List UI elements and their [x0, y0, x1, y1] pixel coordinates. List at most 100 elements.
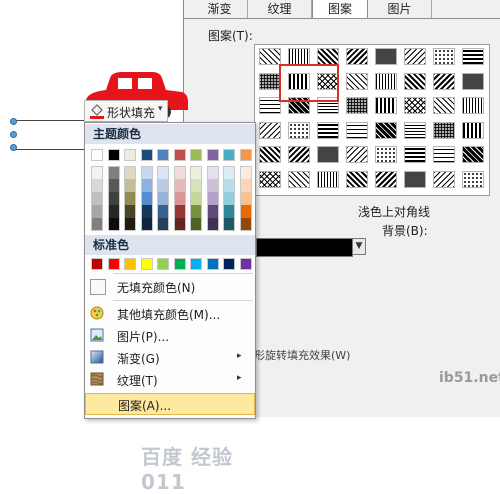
pattern-swatch[interactable]	[259, 97, 281, 114]
tab-picture[interactable]: 图片	[368, 0, 432, 18]
pattern-swatch[interactable]	[346, 121, 368, 139]
pattern-swatch[interactable]	[346, 170, 368, 188]
theme-color-swatch[interactable]	[223, 149, 235, 161]
shade-color-swatch[interactable]	[239, 218, 252, 231]
shade-color-swatch[interactable]	[223, 205, 235, 218]
pattern-swatch[interactable]	[346, 146, 368, 163]
shade-color-swatch[interactable]	[223, 166, 235, 179]
shade-color-swatch[interactable]	[91, 166, 103, 179]
standard-color-swatch[interactable]	[91, 258, 103, 270]
shade-color-swatch[interactable]	[173, 192, 186, 205]
pattern-swatch[interactable]	[462, 170, 484, 188]
rotate-with-shape-checkbox-label[interactable]: 形旋转填充效果(W)	[254, 347, 350, 363]
pattern-swatch[interactable]	[346, 72, 368, 90]
pattern-swatch[interactable]	[375, 72, 397, 90]
pattern-swatch[interactable]	[404, 170, 426, 188]
shade-color-swatch[interactable]	[157, 166, 169, 179]
shade-color-swatch[interactable]	[173, 166, 186, 179]
theme-color-swatch[interactable]	[173, 149, 186, 161]
shade-color-swatch[interactable]	[190, 166, 202, 179]
shade-color-swatch[interactable]	[124, 218, 136, 231]
standard-color-swatch[interactable]	[124, 258, 136, 270]
standard-color-swatch[interactable]	[239, 258, 252, 270]
shade-color-swatch[interactable]	[239, 179, 252, 192]
pattern-swatch[interactable]	[288, 121, 310, 139]
shade-color-swatch[interactable]	[157, 218, 169, 231]
shade-color-swatch[interactable]	[91, 192, 103, 205]
pattern-swatch[interactable]	[346, 97, 368, 114]
shade-color-swatch[interactable]	[157, 192, 169, 205]
shade-color-swatch[interactable]	[157, 179, 169, 192]
shade-color-swatch[interactable]	[206, 205, 219, 218]
resize-handle[interactable]	[10, 118, 17, 125]
selected-shape-outline[interactable]	[12, 120, 93, 150]
pattern-swatch[interactable]	[462, 72, 484, 90]
theme-color-swatch[interactable]	[157, 149, 169, 161]
pattern-swatch[interactable]	[375, 146, 397, 163]
resize-handle[interactable]	[10, 144, 17, 151]
shade-color-swatch[interactable]	[124, 192, 136, 205]
shade-color-swatch[interactable]	[173, 205, 186, 218]
shade-color-swatch[interactable]	[140, 218, 153, 231]
shade-color-swatch[interactable]	[107, 179, 120, 192]
foreground-color-picker[interactable]	[256, 238, 353, 257]
standard-color-swatch[interactable]	[140, 258, 153, 270]
theme-color-swatch[interactable]	[91, 149, 103, 161]
pattern-swatch[interactable]	[288, 146, 310, 163]
shade-color-swatch[interactable]	[173, 218, 186, 231]
pattern-swatch[interactable]	[317, 170, 339, 188]
pattern-swatch[interactable]	[375, 170, 397, 188]
shade-color-swatch[interactable]	[173, 179, 186, 192]
gradient-menu-item[interactable]: 渐变(G) ▸	[85, 347, 255, 369]
theme-color-swatch[interactable]	[239, 149, 252, 161]
pattern-swatch[interactable]	[259, 170, 281, 188]
shade-color-swatch[interactable]	[190, 179, 202, 192]
more-fill-colors-menu-item[interactable]: 其他填充颜色(M)...	[85, 303, 255, 325]
shade-color-swatch[interactable]	[239, 205, 252, 218]
pattern-swatch[interactable]	[317, 146, 339, 163]
pattern-swatch[interactable]	[433, 72, 455, 90]
pattern-menu-item[interactable]: 图案(A)...	[85, 393, 255, 415]
shade-color-swatch[interactable]	[124, 179, 136, 192]
pattern-swatch[interactable]	[462, 97, 484, 114]
pattern-swatch[interactable]	[375, 97, 397, 114]
shade-color-swatch[interactable]	[157, 205, 169, 218]
shade-color-swatch[interactable]	[239, 166, 252, 179]
standard-color-swatch[interactable]	[190, 258, 202, 270]
pattern-swatch[interactable]	[404, 72, 426, 90]
pattern-swatch[interactable]	[404, 48, 426, 65]
resize-handle[interactable]	[10, 131, 17, 138]
shade-color-swatch[interactable]	[223, 179, 235, 192]
shade-color-swatch[interactable]	[140, 166, 153, 179]
shade-color-swatch[interactable]	[206, 179, 219, 192]
shade-color-swatch[interactable]	[239, 192, 252, 205]
shade-color-swatch[interactable]	[107, 166, 120, 179]
shade-color-swatch[interactable]	[190, 192, 202, 205]
standard-color-swatch[interactable]	[107, 258, 120, 270]
tab-gradient[interactable]: 渐变	[192, 0, 248, 18]
shade-color-swatch[interactable]	[223, 192, 235, 205]
pattern-swatch[interactable]	[404, 146, 426, 163]
picture-menu-item[interactable]: 图片(P)...	[85, 325, 255, 347]
shade-color-swatch[interactable]	[91, 218, 103, 231]
pattern-swatch[interactable]	[259, 48, 281, 65]
texture-menu-item[interactable]: 纹理(T) ▸	[85, 369, 255, 391]
pattern-swatch[interactable]	[375, 48, 397, 65]
shade-color-swatch[interactable]	[206, 166, 219, 179]
pattern-swatch[interactable]	[462, 146, 484, 163]
shade-color-swatch[interactable]	[190, 218, 202, 231]
pattern-swatch[interactable]	[259, 121, 281, 139]
theme-color-swatch[interactable]	[140, 149, 153, 161]
pattern-swatch[interactable]	[375, 121, 397, 139]
shade-color-swatch[interactable]	[107, 205, 120, 218]
pattern-swatch[interactable]	[433, 121, 455, 139]
tab-pattern[interactable]: 图案	[312, 0, 368, 18]
pattern-swatch[interactable]	[433, 170, 455, 188]
standard-color-swatch[interactable]	[206, 258, 219, 270]
pattern-swatch[interactable]	[288, 170, 310, 188]
pattern-swatch[interactable]	[288, 48, 310, 65]
shade-color-swatch[interactable]	[190, 205, 202, 218]
pattern-swatch[interactable]	[317, 121, 339, 139]
pattern-swatch[interactable]	[433, 48, 455, 65]
shade-color-swatch[interactable]	[140, 179, 153, 192]
